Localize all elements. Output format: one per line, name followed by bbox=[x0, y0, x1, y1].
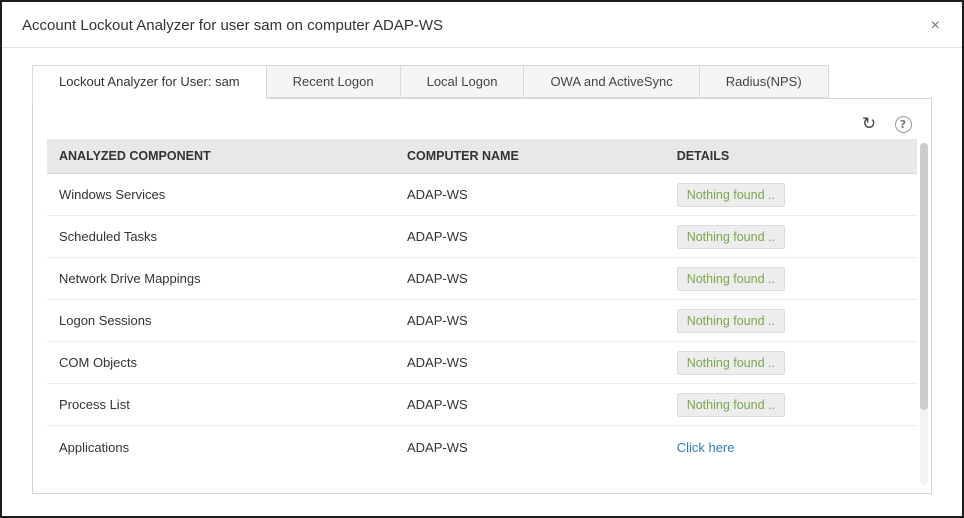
header-computer-name: COMPUTER NAME bbox=[395, 139, 665, 173]
details-badge: Nothing found .. bbox=[677, 351, 785, 375]
tab-lockout-analyzer[interactable]: Lockout Analyzer for User: sam bbox=[32, 65, 267, 99]
computer-cell: ADAP-WS bbox=[395, 229, 665, 244]
tab-local-logon[interactable]: Local Logon bbox=[400, 65, 525, 98]
dialog-header: Account Lockout Analyzer for user sam on… bbox=[2, 2, 962, 48]
details-badge: Nothing found .. bbox=[677, 267, 785, 291]
computer-cell: ADAP-WS bbox=[395, 397, 665, 412]
details-badge: Nothing found .. bbox=[677, 225, 785, 249]
table-scrollbar[interactable] bbox=[920, 143, 928, 485]
panel-toolbar: ↻ ? bbox=[47, 109, 917, 139]
header-analyzed-component: ANALYZED COMPONENT bbox=[47, 139, 395, 173]
details-badge: Nothing found .. bbox=[677, 309, 785, 333]
tab-content-panel: ↻ ? ANALYZED COMPONENT COMPUTER NAME DET… bbox=[32, 98, 932, 494]
computer-cell: ADAP-WS bbox=[395, 187, 665, 202]
help-icon[interactable]: ? bbox=[893, 114, 913, 134]
computer-cell: ADAP-WS bbox=[395, 271, 665, 286]
component-cell: Logon Sessions bbox=[47, 313, 395, 328]
table-header-row: ANALYZED COMPONENT COMPUTER NAME DETAILS bbox=[47, 139, 917, 174]
scrollbar-thumb[interactable] bbox=[920, 143, 928, 410]
details-link[interactable]: Click here bbox=[677, 440, 735, 455]
table-row: Windows Services ADAP-WS Nothing found .… bbox=[47, 174, 917, 216]
analyzed-components-table: ANALYZED COMPONENT COMPUTER NAME DETAILS… bbox=[47, 139, 917, 468]
component-cell: Process List bbox=[47, 397, 395, 412]
component-cell: Network Drive Mappings bbox=[47, 271, 395, 286]
tab-bar: Lockout Analyzer for User: sam Recent Lo… bbox=[32, 65, 932, 98]
dialog-title: Account Lockout Analyzer for user sam on… bbox=[22, 17, 942, 34]
tab-recent-logon[interactable]: Recent Logon bbox=[266, 65, 401, 98]
table-row: COM Objects ADAP-WS Nothing found .. bbox=[47, 342, 917, 384]
header-details: DETAILS bbox=[665, 139, 917, 173]
component-cell: COM Objects bbox=[47, 355, 395, 370]
table-row: Logon Sessions ADAP-WS Nothing found .. bbox=[47, 300, 917, 342]
component-cell: Applications bbox=[47, 440, 395, 455]
table-row: Network Drive Mappings ADAP-WS Nothing f… bbox=[47, 258, 917, 300]
tab-radius-nps[interactable]: Radius(NPS) bbox=[699, 65, 829, 98]
details-badge: Nothing found .. bbox=[677, 183, 785, 207]
computer-cell: ADAP-WS bbox=[395, 440, 665, 455]
lockout-analyzer-dialog: Account Lockout Analyzer for user sam on… bbox=[0, 0, 964, 518]
close-icon[interactable]: × bbox=[927, 16, 944, 36]
table-row: Applications ADAP-WS Click here bbox=[47, 426, 917, 468]
computer-cell: ADAP-WS bbox=[395, 355, 665, 370]
table-row: Scheduled Tasks ADAP-WS Nothing found .. bbox=[47, 216, 917, 258]
computer-cell: ADAP-WS bbox=[395, 313, 665, 328]
help-icon-glyph: ? bbox=[895, 116, 912, 133]
details-badge: Nothing found .. bbox=[677, 393, 785, 417]
component-cell: Scheduled Tasks bbox=[47, 229, 395, 244]
table-row: Process List ADAP-WS Nothing found .. bbox=[47, 384, 917, 426]
component-cell: Windows Services bbox=[47, 187, 395, 202]
refresh-icon[interactable]: ↻ bbox=[859, 114, 879, 134]
tab-owa-activesync[interactable]: OWA and ActiveSync bbox=[523, 65, 699, 98]
